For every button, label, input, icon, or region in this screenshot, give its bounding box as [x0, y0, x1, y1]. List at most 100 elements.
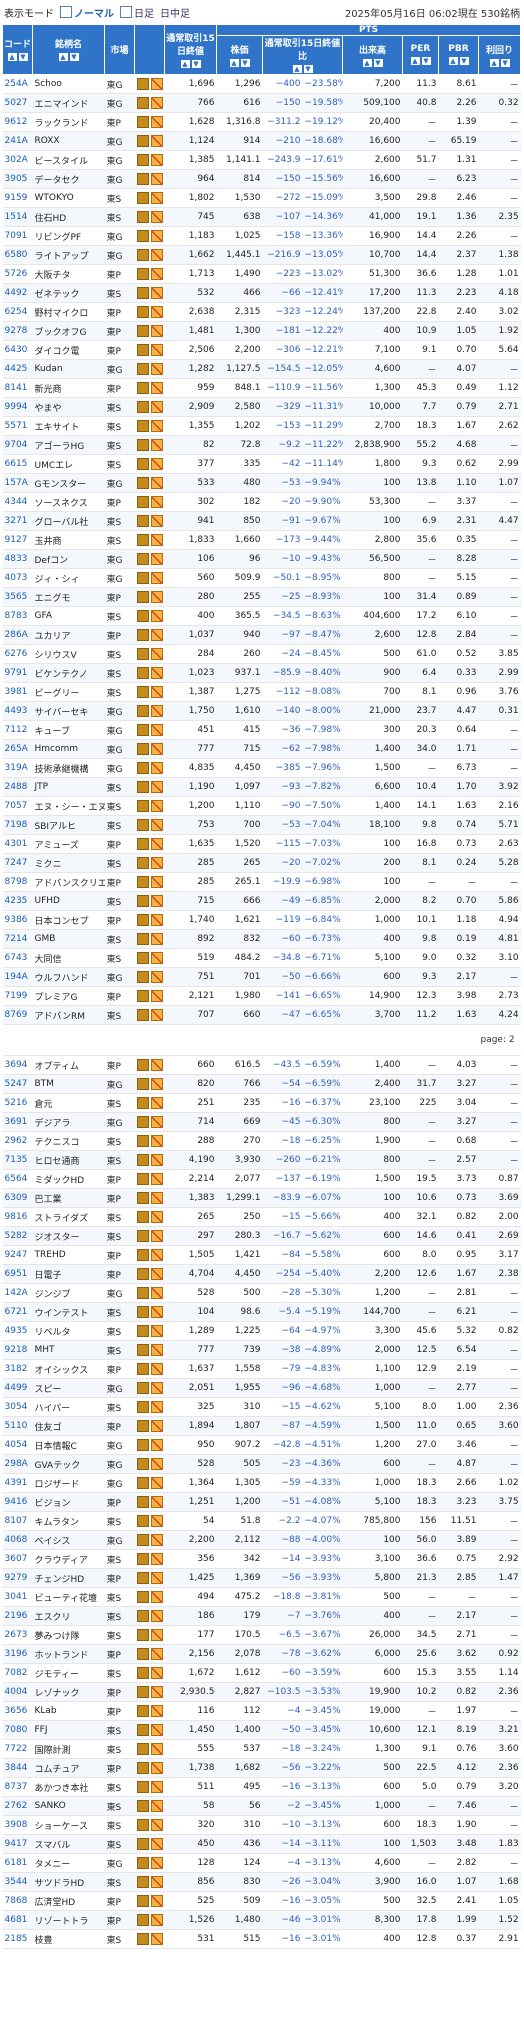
stock-code[interactable]: 7214 [2, 929, 33, 949]
stock-code[interactable]: 9816 [2, 1207, 33, 1227]
sort-buttons[interactable]: ▲ ▼ [33, 52, 104, 62]
table-row[interactable]: 3691 デジアラ 東G 714 669 −45 −6.30% 800 － 3.27 － [2, 1112, 521, 1132]
sort-buttons[interactable]: ▲ ▼ [3, 52, 32, 62]
stock-code[interactable]: 9279 [2, 1568, 33, 1588]
news-icon[interactable] [136, 97, 149, 109]
chart-icon[interactable] [150, 1610, 163, 1622]
stock-name[interactable]: 新光商 [32, 378, 105, 398]
stock-code[interactable]: 9218 [2, 1340, 33, 1360]
table-row[interactable]: 2488 JTP 東S 1,190 1,097 −93 −7.82% 6,600 10.4 1.7… [2, 777, 521, 797]
chart-icon[interactable] [150, 458, 163, 470]
table-row[interactable]: 3544 サツドラHD 東S 856 830 −26 −3.04% 3,900 16.0 1.07… [2, 1872, 521, 1892]
table-row[interactable]: 2196 エスクリ 東S 186 179 −7 −3.76% 400 － 2.17 － [2, 1606, 521, 1626]
table-row[interactable]: 6430 ダイコク電 東P 2,506 2,200 −306 −12.21% 7,100 9.1… [2, 340, 521, 360]
table-row[interactable]: 7199 プレミアG 東P 2,121 1,980 −141 −6.65% 14,900 12.… [2, 986, 521, 1006]
table-row[interactable]: 2762 SANKO 東S 58 56 −2 −3.45% 1,000 － 7.46 － [2, 1796, 521, 1816]
stock-name[interactable]: オイシックス [32, 1359, 105, 1379]
header-change[interactable]: 通常取引15日終値比 ▲ ▼ [262, 35, 343, 75]
news-icon[interactable] [136, 287, 149, 299]
header-per[interactable]: PER ▲ ▼ [402, 35, 439, 75]
chart-icon[interactable] [150, 192, 163, 204]
news-icon[interactable] [136, 1135, 149, 1147]
chart-icon[interactable] [150, 1439, 163, 1451]
table-row[interactable]: 254A Schoo 東G 1,696 1,296 −400 −23.58% 7,200 11.… [2, 74, 521, 94]
news-icon[interactable] [136, 876, 149, 888]
chart-icon[interactable] [150, 1009, 163, 1021]
stock-code[interactable]: 6721 [2, 1302, 33, 1322]
stock-code[interactable]: 3565 [2, 587, 33, 607]
chart-icon[interactable] [150, 1097, 163, 1109]
chart-icon[interactable] [150, 154, 163, 166]
news-icon[interactable] [136, 781, 149, 793]
stock-name[interactable]: アドバンスクリエイト [32, 872, 105, 892]
stock-code[interactable]: 8107 [2, 1511, 33, 1531]
table-row[interactable]: 4935 リベルタ 東S 1,289 1,225 −64 −4.97% 3,300 45.6 5.… [2, 1321, 521, 1341]
stock-name[interactable]: 倉元 [32, 1093, 105, 1113]
sort-buttons[interactable]: ▲ ▼ [479, 58, 520, 68]
stock-code[interactable]: 3656 [2, 1701, 33, 1721]
table-row[interactable]: 5027 エニマインド 東G 766 616 −150 −19.58% 509,100 40.8… [2, 93, 521, 113]
table-row[interactable]: 6181 タメニー 東G 128 124 −4 −3.13% 4,600 － 2.82 － [2, 1853, 521, 1873]
stock-name[interactable]: エニマインド [32, 93, 105, 113]
stock-name[interactable]: あかつき本社 [32, 1777, 105, 1797]
news-icon[interactable] [136, 1059, 149, 1071]
news-icon[interactable] [136, 933, 149, 945]
news-icon[interactable] [136, 1724, 149, 1736]
stock-name[interactable]: ショーケース [32, 1815, 105, 1835]
stock-code[interactable]: 5110 [2, 1416, 33, 1436]
chart-icon[interactable] [150, 1800, 163, 1812]
news-icon[interactable] [136, 1078, 149, 1090]
stock-name[interactable]: タメニー [32, 1853, 105, 1873]
chart-icon[interactable] [150, 800, 163, 812]
stock-name[interactable]: ダイコク電 [32, 340, 105, 360]
news-icon[interactable] [136, 686, 149, 698]
table-row[interactable]: 7082 ジモティー 東S 1,672 1,612 −60 −3.59% 600 15.3 3.5… [2, 1663, 521, 1683]
stock-name[interactable]: 住友ゴ [32, 1416, 105, 1436]
stock-code[interactable]: 298A [2, 1454, 33, 1474]
stock-name[interactable]: エキサイト [32, 416, 105, 436]
news-icon[interactable] [136, 325, 149, 337]
table-row[interactable]: 6615 UMCエレ 東S 377 335 −42 −11.14% 1,800 9.3 0.62 2… [2, 454, 521, 474]
stock-name[interactable]: 日電子 [32, 1264, 105, 1284]
stock-code[interactable]: 6276 [2, 644, 33, 664]
stock-code[interactable]: 7198 [2, 815, 33, 835]
news-icon[interactable] [136, 1230, 149, 1242]
stock-code[interactable]: 9612 [2, 112, 33, 132]
table-row[interactable]: 4344 ソースネクス 東P 302 182 −20 −9.90% 53,300 － 3.37 － [2, 492, 521, 512]
stock-name[interactable]: 大阪チタ [32, 264, 105, 284]
news-icon[interactable] [136, 515, 149, 527]
chart-icon[interactable] [150, 781, 163, 793]
stock-code[interactable]: 5027 [2, 93, 33, 113]
stock-code[interactable]: 4301 [2, 834, 33, 854]
chart-icon[interactable] [150, 1648, 163, 1660]
stock-code[interactable]: 4425 [2, 359, 33, 379]
stock-code[interactable]: 5216 [2, 1093, 33, 1113]
news-icon[interactable] [136, 1705, 149, 1717]
news-icon[interactable] [136, 1173, 149, 1185]
chart-icon[interactable] [150, 1667, 163, 1679]
news-icon[interactable] [136, 952, 149, 964]
news-icon[interactable] [136, 1325, 149, 1337]
table-row[interactable]: 8798アドバンスクリエイト東P285265.1−19.9−6.98%100－－… [2, 872, 521, 892]
stock-name[interactable]: WTOKYO [32, 188, 105, 208]
stock-name[interactable]: エヌ・シー・エヌ [32, 796, 105, 816]
table-row[interactable]: 7135 ヒロセ通商 東S 4,190 3,930 −260 −6.21% 800 － 2.57 － [2, 1150, 521, 1170]
table-row[interactable]: 3041 ビューティ花壇 東S 494 475.2 −18.8 −3.81% 500 －－－ [2, 1587, 521, 1607]
news-icon[interactable] [136, 1268, 149, 1280]
header-name[interactable]: 銘柄名 ▲ ▼ [32, 24, 105, 75]
stock-name[interactable]: グローバル社 [32, 511, 105, 531]
stock-name[interactable]: ジンジブ [32, 1283, 105, 1303]
chart-icon[interactable] [150, 211, 163, 223]
stock-name[interactable]: SANKO [32, 1796, 105, 1816]
table-row[interactable]: 4493 サイバーセキ 東G 1,750 1,610 −140 −8.00% 21,000 23… [2, 701, 521, 721]
table-row[interactable]: 3196 ホットランド 東P 2,156 2,078 −78 −3.62% 6,000 25.6… [2, 1644, 521, 1664]
stock-name[interactable]: ストライダズ [32, 1207, 105, 1227]
table-row[interactable]: 5571 エキサイト 東S 1,355 1,202 −153 −11.29% 2,700 18.… [2, 416, 521, 436]
table-row[interactable]: 7214 GMB 東S 892 832 −60 −6.73% 400 9.8 0.19 4.81 [2, 929, 521, 949]
news-icon[interactable] [136, 990, 149, 1002]
news-icon[interactable] [136, 1648, 149, 1660]
table-row[interactable]: 7057 エヌ・シー・エヌ 東S 1,200 1,110 −90 −7.50% 1,400 14… [2, 796, 521, 816]
table-row[interactable]: 6580 ライトアップ 東G 1,662 1,445.1 −216.9 −13.05% 10,… [2, 245, 521, 265]
stock-code[interactable]: 3041 [2, 1587, 33, 1607]
table-row[interactable]: 4068 ベイシス 東G 2,200 2,112 −88 −4.00% 100 56.0 3.89… [2, 1530, 521, 1550]
